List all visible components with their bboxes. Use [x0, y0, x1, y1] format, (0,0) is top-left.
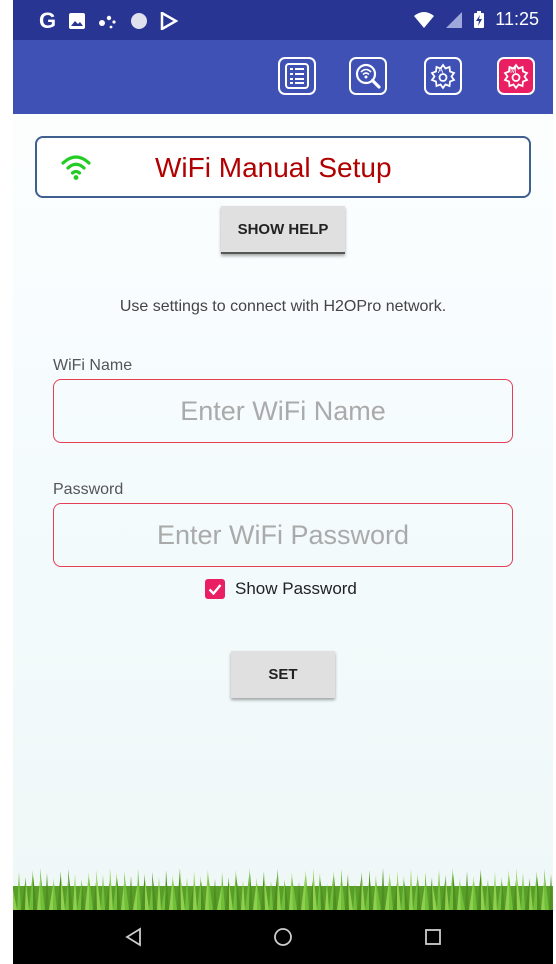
google-icon: G — [39, 8, 57, 33]
password-input[interactable] — [53, 503, 513, 567]
wifi-signal-icon — [414, 11, 435, 28]
wifi-search-icon — [355, 63, 381, 89]
checkmark-icon — [208, 584, 222, 596]
list-button[interactable] — [278, 57, 316, 95]
status-bar: G 11:25 — [13, 0, 553, 40]
play-store-icon — [160, 12, 179, 30]
app-screen: G 11:25 A M WiFi Manual Setup SHOW HELP … — [13, 0, 553, 964]
assistant-icon — [99, 15, 116, 29]
clock: 11:25 — [495, 9, 539, 29]
wifi-name-input[interactable] — [53, 379, 513, 443]
show-password-checkbox[interactable] — [205, 579, 225, 599]
show-help-button[interactable]: SHOW HELP — [221, 206, 345, 254]
svg-text:A: A — [438, 66, 444, 75]
svg-text:M: M — [510, 66, 517, 75]
grass-decoration — [13, 868, 553, 910]
navigation-bar — [13, 910, 553, 964]
info-text: Use settings to connect with H2OPro netw… — [119, 298, 447, 315]
list-icon — [285, 63, 309, 89]
wifi-logo-icon — [61, 155, 91, 180]
image-icon — [69, 13, 86, 29]
system-icons: 11:25 — [413, 9, 539, 30]
battery-icon — [474, 10, 485, 28]
notification-icons: G — [39, 8, 179, 34]
password-label: Password — [53, 481, 124, 498]
show-password-row[interactable]: Show Password — [205, 579, 357, 599]
home-icon[interactable] — [273, 927, 293, 947]
circle-icon — [131, 13, 148, 29]
set-button[interactable]: SET — [231, 651, 335, 698]
show-password-label: Show Password — [235, 579, 357, 598]
page-title: WiFi Manual Setup — [155, 152, 392, 183]
title-card: WiFi Manual Setup — [35, 136, 531, 198]
wifi-name-label: WiFi Name — [53, 357, 133, 374]
recents-icon[interactable] — [424, 928, 442, 946]
manual-settings-icon: M — [503, 63, 529, 90]
cell-signal-icon — [446, 11, 463, 28]
auto-settings-button[interactable]: A — [424, 57, 462, 95]
manual-settings-button[interactable]: M — [497, 57, 535, 95]
back-icon[interactable] — [124, 927, 144, 947]
auto-settings-icon: A — [430, 63, 456, 90]
app-toolbar: A M — [13, 40, 553, 114]
wifi-search-button[interactable] — [349, 57, 387, 95]
